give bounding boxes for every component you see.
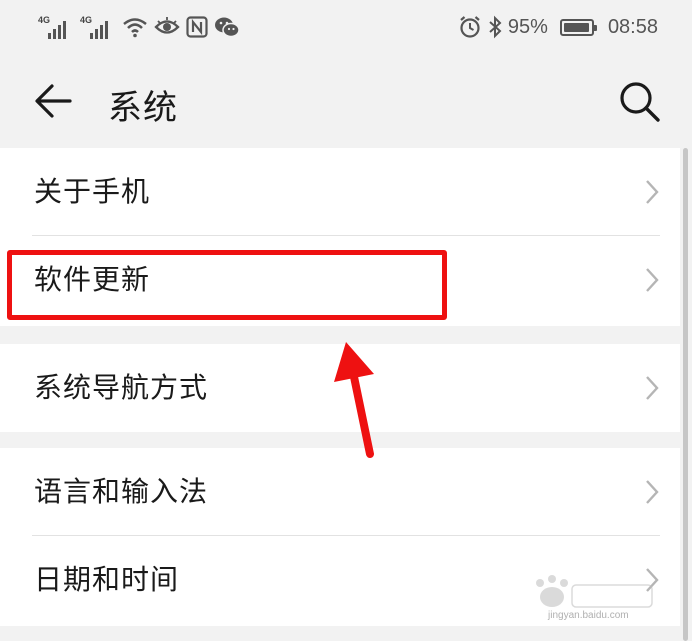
wifi-icon: [123, 18, 147, 38]
scrollbar[interactable]: [683, 148, 688, 641]
settings-item-language-input[interactable]: 语言和输入法: [0, 448, 680, 536]
chevron-right-icon: [646, 268, 659, 292]
eye-icon: [154, 17, 180, 34]
battery-percent: 95%: [507, 15, 548, 38]
battery-fill: [563, 22, 589, 32]
baidu-watermark-logo: [536, 575, 653, 608]
page-title: 系统: [108, 88, 178, 128]
wechat-icon: [215, 17, 240, 38]
search-icon[interactable]: [616, 78, 662, 124]
settings-item-about-phone[interactable]: 关于手机: [0, 148, 680, 236]
settings-item-label: 日期和时间: [34, 563, 180, 596]
app-bar: 系统: [0, 56, 692, 148]
settings-item-label: 系统导航方式: [34, 371, 209, 404]
settings-item-label: 语言和输入法: [34, 475, 209, 508]
annotation-arrow-icon: [334, 342, 374, 458]
settings-item-label: 关于手机: [34, 175, 151, 208]
clock: 08:58: [607, 15, 658, 38]
status-left-icons: 4G 4G: [38, 12, 240, 42]
signal-icon: 4G: [38, 15, 74, 39]
bluetooth-icon: [489, 15, 502, 39]
chevron-right-icon: [646, 480, 659, 504]
nfc-icon: [186, 16, 208, 38]
chevron-right-icon: [646, 376, 659, 400]
status-bar: 4G 4G 95% 08:58: [0, 0, 692, 56]
alarm-icon: [460, 16, 480, 38]
annotation-highlight-box: [7, 250, 447, 320]
arrow-left-icon[interactable]: [30, 78, 76, 124]
chevron-right-icon: [646, 180, 659, 204]
battery-icon: [559, 18, 597, 36]
status-right-icons: 95% 08:58: [458, 12, 658, 42]
signal-icon: 4G: [80, 15, 116, 39]
watermark-url: jingyan.baidu.com: [548, 610, 629, 621]
